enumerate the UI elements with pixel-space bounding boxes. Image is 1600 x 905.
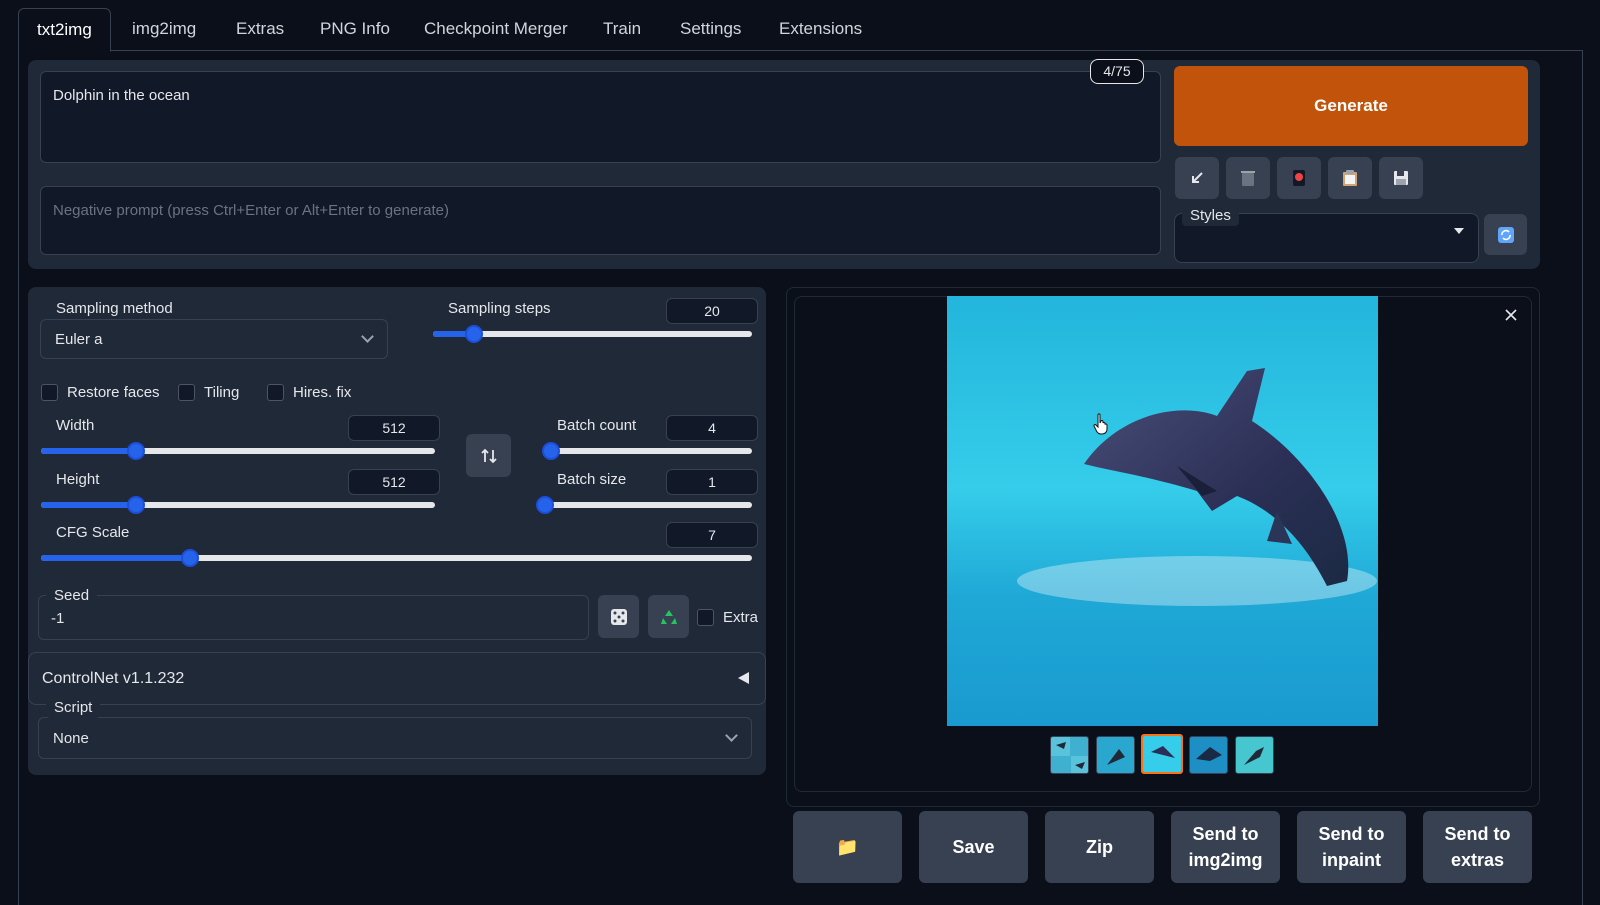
prompt-input[interactable]: Dolphin in the ocean	[40, 71, 1161, 163]
slider-fill	[41, 502, 136, 508]
slider-fill	[41, 555, 191, 561]
zip-button[interactable]: Zip	[1045, 811, 1154, 883]
width-label: Width	[48, 415, 103, 436]
arrow-icon[interactable]	[1175, 157, 1219, 199]
controlnet-label: ControlNet v1.1.232	[42, 670, 185, 687]
hires-fix-checkbox[interactable]	[267, 384, 284, 401]
red-button-icon[interactable]	[1277, 157, 1321, 199]
batch-count-label: Batch count	[549, 415, 645, 436]
collapse-triangle-icon	[738, 672, 749, 684]
generated-image[interactable]	[947, 296, 1378, 726]
tab-train[interactable]: Train	[603, 8, 641, 52]
folder-icon: 📁	[836, 837, 859, 857]
height-input[interactable]: 512	[348, 469, 440, 495]
script-select[interactable]: None	[38, 717, 752, 759]
clipboard-icon[interactable]	[1328, 157, 1372, 199]
cfg-scale-slider[interactable]	[41, 549, 752, 567]
height-label: Height	[48, 469, 108, 490]
dice-icon[interactable]	[598, 595, 639, 638]
tab-checkpoint-merger[interactable]: Checkpoint Merger	[424, 8, 568, 52]
chevron-down-icon	[361, 330, 374, 343]
sampling-method-label: Sampling method	[48, 298, 181, 319]
sampling-steps-label: Sampling steps	[440, 298, 559, 319]
tab-settings[interactable]: Settings	[680, 8, 741, 52]
batch-count-slider[interactable]	[542, 442, 752, 460]
batch-size-slider[interactable]	[536, 496, 752, 514]
sampling-steps-input[interactable]: 20	[666, 298, 758, 324]
styles-label: Styles	[1182, 205, 1239, 226]
tab-extensions[interactable]: Extensions	[779, 8, 862, 52]
script-label: Script	[46, 697, 101, 718]
gallery-thumbnail[interactable]	[1096, 736, 1135, 774]
hand-cursor-icon	[1092, 413, 1110, 435]
chevron-down-icon	[725, 729, 738, 742]
send-to-extras-button[interactable]: Send to extras	[1423, 811, 1532, 883]
negative-prompt-placeholder: Negative prompt (press Ctrl+Enter or Alt…	[53, 202, 450, 219]
save-button[interactable]: Save	[919, 811, 1028, 883]
restore-faces-label: Restore faces	[67, 384, 160, 401]
send-to-img2img-button[interactable]: Send to img2img	[1171, 811, 1280, 883]
gallery-thumbnail[interactable]	[1235, 736, 1274, 774]
tab-txt2img[interactable]: txt2img	[18, 8, 111, 52]
swap-dimensions-icon[interactable]	[466, 434, 511, 477]
sampling-steps-slider[interactable]	[433, 325, 752, 343]
recycle-icon[interactable]	[648, 595, 689, 638]
extra-label: Extra	[723, 609, 759, 626]
cfg-scale-input[interactable]: 7	[666, 522, 758, 548]
batch-size-input[interactable]: 1	[666, 469, 758, 495]
width-input[interactable]: 512	[348, 415, 440, 441]
send-to-inpaint-button[interactable]: Send to inpaint	[1297, 811, 1406, 883]
batch-count-input[interactable]: 4	[666, 415, 758, 441]
caret-down-icon	[1454, 228, 1464, 234]
tiling-label: Tiling	[204, 384, 240, 401]
height-slider[interactable]	[41, 496, 435, 514]
prompt-text: Dolphin in the ocean	[53, 87, 190, 104]
slider-thumb[interactable]	[536, 496, 554, 514]
gallery-thumbnail[interactable]	[1189, 736, 1228, 774]
tab-bar: txt2img img2img Extras PNG Info Checkpoi…	[18, 8, 1583, 52]
refresh-icon[interactable]	[1484, 214, 1527, 255]
negative-prompt-input[interactable]: Negative prompt (press Ctrl+Enter or Alt…	[40, 186, 1161, 255]
hires-fix-label: Hires. fix	[293, 384, 352, 401]
trash-icon[interactable]	[1226, 157, 1270, 199]
extra-checkbox[interactable]	[697, 609, 714, 626]
seed-value: -1	[51, 610, 65, 627]
tiling-checkbox[interactable]	[178, 384, 195, 401]
sampling-method-select[interactable]: Euler a	[40, 319, 388, 359]
slider-fill	[41, 448, 136, 454]
gallery-thumbnail-selected[interactable]	[1141, 734, 1183, 774]
tab-extras[interactable]: Extras	[236, 8, 284, 52]
tab-img2img[interactable]: img2img	[132, 8, 196, 52]
token-counter: 4/75	[1090, 59, 1144, 84]
restore-faces-checkbox[interactable]	[41, 384, 58, 401]
cfg-scale-label: CFG Scale	[48, 522, 138, 543]
slider-thumb[interactable]	[126, 496, 145, 514]
script-value: None	[53, 730, 89, 747]
gallery-thumbnail[interactable]	[1050, 736, 1089, 774]
controlnet-accordion[interactable]: ControlNet v1.1.232	[28, 652, 766, 705]
close-icon[interactable]	[1503, 307, 1519, 323]
slider-thumb[interactable]	[126, 442, 145, 460]
generate-button[interactable]: Generate	[1174, 66, 1528, 146]
seed-input[interactable]: -1	[38, 595, 589, 640]
floppy-disk-icon[interactable]	[1379, 157, 1423, 199]
open-folder-button[interactable]: 📁	[793, 811, 902, 883]
batch-size-label: Batch size	[549, 469, 635, 490]
width-slider[interactable]	[41, 442, 435, 460]
tab-png-info[interactable]: PNG Info	[320, 8, 390, 52]
seed-label: Seed	[46, 585, 98, 606]
sampling-method-value: Euler a	[55, 331, 103, 348]
